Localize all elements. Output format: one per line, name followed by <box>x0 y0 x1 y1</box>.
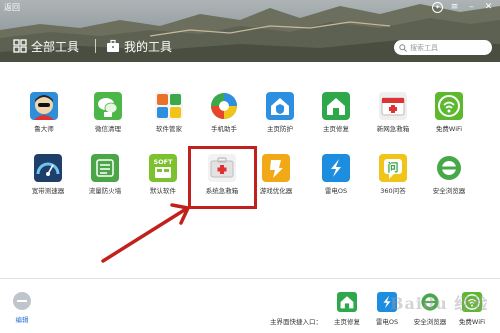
tool-label: 免费WiFi <box>435 125 463 133</box>
tool-safe-browser[interactable]: 安全浏览器 <box>426 154 472 195</box>
network-firstaid-icon <box>379 92 407 120</box>
quick-tool-label: 雷电OS <box>375 318 399 326</box>
search-input[interactable] <box>410 43 488 52</box>
back-button[interactable]: 返回 <box>4 2 20 13</box>
quick-tool-label: 免费WiFi <box>458 318 486 326</box>
minimize-icon[interactable]: – <box>466 2 477 13</box>
free-wifi-icon <box>462 292 482 312</box>
tool-label: 新网急救箱 <box>376 125 410 133</box>
qa-icon: 问 <box>379 154 407 182</box>
briefcase-icon <box>107 39 119 52</box>
default-software-icon: SOFT <box>149 154 177 182</box>
tool-label: 宽带测速器 <box>31 187 65 195</box>
minus-circle-icon <box>13 292 31 310</box>
ludashi-icon <box>30 92 58 120</box>
quick-tool-free-wifi[interactable]: 免费WiFi <box>452 292 492 326</box>
safe-browser-icon <box>435 154 463 182</box>
tool-label: 雷电OS <box>324 187 348 195</box>
tool-free-wifi[interactable]: 免费WiFi <box>426 92 472 133</box>
quick-tool-label: 主页修复 <box>334 318 360 326</box>
quick-tool-safe-browser[interactable]: 安全浏览器 <box>410 292 450 326</box>
phone-assistant-icon <box>210 92 238 120</box>
homepage-repair-icon <box>337 292 357 312</box>
edit-button[interactable]: 编辑 <box>10 292 34 324</box>
tool-speedtest[interactable]: 宽带测速器 <box>25 154 71 195</box>
svg-text:问: 问 <box>388 160 399 174</box>
free-wifi-icon <box>435 92 463 120</box>
highlight-box <box>188 146 257 209</box>
tab-divider <box>95 39 96 53</box>
tool-label: 手机助手 <box>211 125 237 133</box>
tool-label: 微信清理 <box>95 125 121 133</box>
search-icon[interactable] <box>399 43 407 52</box>
tool-label: 主页防护 <box>267 125 293 133</box>
tool-software-manager[interactable]: 软件管家 <box>146 92 192 133</box>
svg-text:SOFT: SOFT <box>153 158 173 166</box>
tool-label: 流量防火墙 <box>88 187 122 195</box>
software-manager-icon <box>155 92 183 120</box>
search-box <box>394 40 492 55</box>
tab-my-tools[interactable]: 我的工具 <box>106 37 172 55</box>
tool-phone-assistant[interactable]: 手机助手 <box>201 92 247 133</box>
tool-wechat-clean[interactable]: 微信清理 <box>85 92 131 133</box>
back-label: 返回 <box>4 3 20 12</box>
tool-game-optimizer[interactable]: 游戏优化器 <box>253 154 299 195</box>
tool-label: 软件管家 <box>156 125 182 133</box>
tool-label: 主页修复 <box>323 125 349 133</box>
bottom-divider <box>0 278 500 279</box>
speedtest-icon <box>34 154 62 182</box>
edit-label: 编辑 <box>15 316 29 324</box>
quick-tool-label: 安全浏览器 <box>413 318 447 326</box>
tool-label: 游戏优化器 <box>259 187 293 195</box>
tool-label: 默认软件 <box>150 187 176 195</box>
tool-homepage-protect[interactable]: 主页防护 <box>257 92 303 133</box>
tool-thunder-os[interactable]: 雷电OS <box>313 154 359 195</box>
thunder-os-icon <box>377 292 397 312</box>
homepage-protect-icon <box>266 92 294 120</box>
quick-entry-label: 主界面快捷入口： <box>270 318 322 326</box>
tool-homepage-repair[interactable]: 主页修复 <box>313 92 359 133</box>
tab-all-tools[interactable]: 全部工具 <box>13 37 79 55</box>
tab-label: 全部工具 <box>31 39 80 54</box>
quick-tool-homepage-repair[interactable]: 主页修复 <box>327 292 367 326</box>
homepage-repair-icon <box>322 92 350 120</box>
close-icon[interactable]: ✕ <box>483 2 494 13</box>
app-window: 返回 ✦ ≡ – ✕ 全部工具 我的工具 搜索工具 鲁大师 微信清理 软件管家 … <box>0 0 500 333</box>
wechat-clean-icon <box>94 92 122 120</box>
menu-icon[interactable]: ≡ <box>449 2 460 13</box>
skin-icon[interactable]: ✦ <box>432 2 443 13</box>
traffic-firewall-icon <box>91 154 119 182</box>
tool-default-software[interactable]: SOFT 默认软件 <box>140 154 186 195</box>
window-controls: ✦ ≡ – ✕ <box>432 2 494 13</box>
tool-ludashi[interactable]: 鲁大师 <box>21 92 67 133</box>
grid-icon <box>13 39 27 53</box>
tab-label: 我的工具 <box>124 39 173 54</box>
game-optimizer-icon <box>262 154 290 182</box>
tool-network-firstaid[interactable]: 新网急救箱 <box>370 92 416 133</box>
safe-browser-icon <box>420 292 440 312</box>
tool-label: 鲁大师 <box>34 125 54 133</box>
tool-label: 安全浏览器 <box>432 187 466 195</box>
quick-tool-thunder-os[interactable]: 雷电OS <box>367 292 407 326</box>
tool-label: 360问答 <box>380 187 406 195</box>
tool-traffic-firewall[interactable]: 流量防火墙 <box>82 154 128 195</box>
thunder-os-icon <box>322 154 350 182</box>
tool-qa[interactable]: 问 360问答 <box>370 154 416 195</box>
header-banner: 返回 ✦ ≡ – ✕ 全部工具 我的工具 <box>0 0 500 62</box>
